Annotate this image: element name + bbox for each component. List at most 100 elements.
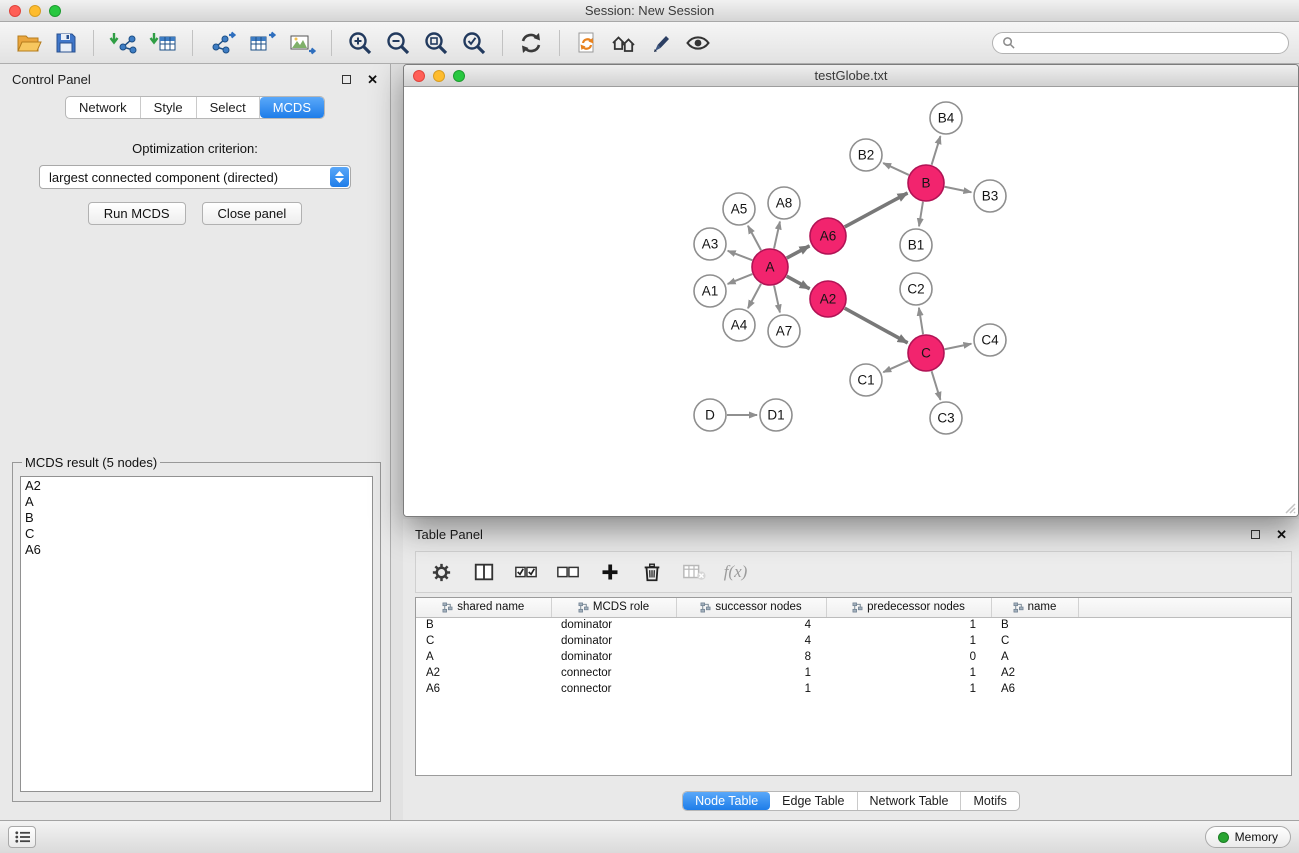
search-input[interactable] [1020,36,1279,50]
network-node-C[interactable]: C [908,335,944,371]
zoom-out-button[interactable] [379,26,417,60]
tab-motifs[interactable]: Motifs [961,792,1018,810]
optimization-select[interactable]: largest connected component (directed) [39,165,351,189]
network-node-C3[interactable]: C3 [930,402,962,434]
table-row[interactable]: Cdominator41C [416,633,1291,649]
table-cell[interactable]: dominator [551,617,676,633]
select-all-columns-button[interactable] [509,557,542,587]
zoom-network-window-icon[interactable] [453,70,465,82]
network-edge-B-B4[interactable] [932,136,941,165]
network-edge-A-A3[interactable] [728,251,753,260]
table-cell[interactable]: 0 [826,649,991,665]
network-edge-A-A7[interactable] [774,286,780,313]
table-row[interactable]: A2connector11A2 [416,665,1291,681]
close-network-window-icon[interactable] [413,70,425,82]
export-network-button[interactable] [202,26,242,60]
network-edge-B-B3[interactable] [945,187,972,192]
table-cell[interactable]: 1 [676,665,826,681]
tab-mcds[interactable]: MCDS [260,97,324,118]
network-node-A[interactable]: A [752,249,788,285]
network-edge-C-C3[interactable] [932,371,941,400]
table-row[interactable]: Adominator80A [416,649,1291,665]
run-mcds-button[interactable]: Run MCDS [88,202,186,225]
network-edge-C-C2[interactable] [919,308,923,334]
network-node-A3[interactable]: A3 [694,228,726,260]
network-node-A5[interactable]: A5 [723,193,755,225]
export-image-button[interactable] [282,26,322,60]
tab-style[interactable]: Style [141,97,197,118]
table-settings-button[interactable] [425,557,458,587]
network-node-A7[interactable]: A7 [768,315,800,347]
network-node-C4[interactable]: C4 [974,324,1006,356]
network-node-A6[interactable]: A6 [810,218,846,254]
show-panels-button[interactable] [8,826,36,848]
table-cell[interactable]: A6 [991,681,1078,697]
table-cell[interactable]: connector [551,681,676,697]
table-cell[interactable]: A2 [416,665,551,681]
apply-layout-button[interactable] [512,26,550,60]
tab-select[interactable]: Select [197,97,260,118]
export-table-button[interactable] [242,26,282,60]
network-node-A1[interactable]: A1 [694,275,726,307]
resize-grip-icon[interactable] [1282,500,1296,514]
network-edge-A-A1[interactable] [728,274,753,284]
table-cell[interactable]: B [991,617,1078,633]
network-node-A2[interactable]: A2 [810,281,846,317]
network-edge-A-A4[interactable] [748,284,761,308]
network-edge-A2-C[interactable] [845,308,908,343]
column-header-name[interactable]: name [991,598,1078,617]
table-row[interactable]: A6connector11A6 [416,681,1291,697]
network-window-titlebar[interactable]: testGlobe.txt [404,65,1298,87]
float-panel-icon[interactable] [342,75,351,84]
network-edge-C-C4[interactable] [945,344,972,349]
network-node-B3[interactable]: B3 [974,180,1006,212]
mcds-result-item[interactable]: B [21,510,372,526]
network-edge-A-A2[interactable] [787,276,810,289]
table-cell[interactable]: C [991,633,1078,649]
unselect-all-columns-button[interactable] [551,557,584,587]
mcds-result-item[interactable]: A6 [21,542,372,558]
table-cell[interactable]: 4 [676,617,826,633]
mcds-result-item[interactable]: A2 [21,478,372,494]
open-session-button[interactable] [10,26,48,60]
table-cell[interactable]: A2 [991,665,1078,681]
network-graph[interactable]: B4B2BB3A5A8A6B1A3AC2A1A2A4A7CC4C1C3DD1 [404,88,1296,517]
minimize-network-window-icon[interactable] [433,70,445,82]
network-edge-B-B2[interactable] [883,163,909,175]
table-cell[interactable]: C [416,633,551,649]
table-cell[interactable]: 1 [676,681,826,697]
mcds-result-list[interactable]: A2ABCA6 [20,476,373,792]
show-columns-button[interactable] [467,557,500,587]
table-cell[interactable]: 1 [826,617,991,633]
zoom-window-icon[interactable] [49,5,61,17]
delete-columns-button[interactable] [635,557,668,587]
table-cell[interactable]: B [416,617,551,633]
document-sync-button[interactable] [569,26,605,60]
table-cell[interactable]: 1 [826,665,991,681]
function-builder-button[interactable]: f(x) [719,557,752,587]
save-session-button[interactable] [48,26,84,60]
column-header-predecessor-nodes[interactable]: predecessor nodes [826,598,991,617]
network-node-A8[interactable]: A8 [768,187,800,219]
network-node-B1[interactable]: B1 [900,229,932,261]
delete-table-button[interactable] [677,557,710,587]
mcds-result-item[interactable]: A [21,494,372,510]
network-edge-A-A8[interactable] [774,222,780,249]
network-edge-C-C1[interactable] [883,361,908,372]
table-cell[interactable]: dominator [551,633,676,649]
minimize-window-icon[interactable] [29,5,41,17]
home-view-button[interactable] [605,26,643,60]
network-edge-A6-B[interactable] [845,193,908,227]
close-panel-button[interactable]: Close panel [202,202,303,225]
column-header-successor-nodes[interactable]: successor nodes [676,598,826,617]
close-panel-icon[interactable]: ✕ [367,73,378,86]
network-edge-A-A5[interactable] [748,226,761,250]
table-cell[interactable]: connector [551,665,676,681]
table-cell[interactable]: 1 [826,633,991,649]
float-table-panel-icon[interactable] [1251,530,1260,539]
table-cell[interactable]: 4 [676,633,826,649]
network-node-D1[interactable]: D1 [760,399,792,431]
network-node-D[interactable]: D [694,399,726,431]
zoom-in-button[interactable] [341,26,379,60]
network-node-A4[interactable]: A4 [723,309,755,341]
